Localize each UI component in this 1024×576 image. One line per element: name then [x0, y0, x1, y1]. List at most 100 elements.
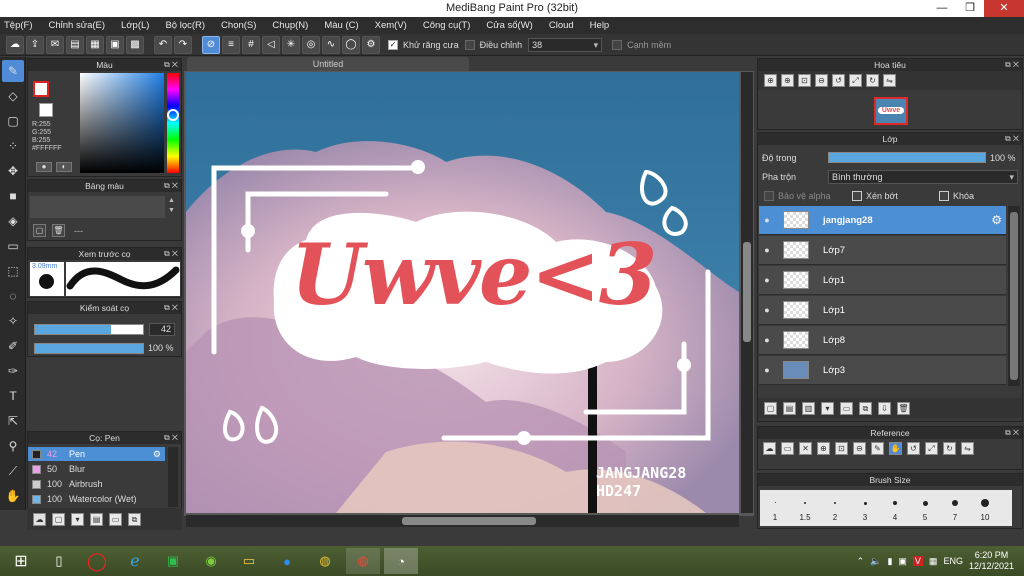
- visibility-icon[interactable]: ●: [759, 305, 775, 315]
- bucket-tool-icon[interactable]: ◈: [2, 210, 24, 232]
- close-button[interactable]: ✕: [984, 0, 1024, 17]
- lock-checkbox[interactable]: [939, 191, 949, 201]
- lasso-tool-icon[interactable]: ◌: [2, 285, 24, 307]
- zoom-full-icon[interactable]: ⊡: [798, 74, 811, 87]
- brush-opacity-slider[interactable]: [34, 343, 144, 354]
- new-halftone-layer-icon[interactable]: ▤: [783, 401, 796, 415]
- navigator-thumbnail[interactable]: Uwve: [874, 97, 908, 125]
- document-icon[interactable]: ▤: [66, 35, 84, 54]
- tiles-icon[interactable]: ▩: [126, 35, 144, 54]
- start-icon[interactable]: ⊞: [4, 548, 38, 574]
- brush-size-value[interactable]: 42: [149, 323, 175, 336]
- pen-tool-icon[interactable]: ✎: [2, 60, 24, 82]
- edge-icon[interactable]: ℯ: [118, 548, 152, 574]
- menu-edit[interactable]: Chỉnh sửa(E): [49, 20, 106, 31]
- layer-row[interactable]: ● Lớp1: [759, 266, 1006, 295]
- snap-curve-icon[interactable]: ∿: [322, 35, 340, 54]
- brush-size-option[interactable]: 7: [940, 494, 970, 522]
- background-color-swatch[interactable]: [39, 103, 53, 117]
- panel-controls-icon[interactable]: ⧉ ✕: [164, 180, 178, 192]
- eraser-tool-icon[interactable]: ◇: [2, 85, 24, 107]
- canvas-vscroll-thumb[interactable]: [743, 242, 751, 342]
- operation-tool-icon[interactable]: ⇱: [2, 410, 24, 432]
- antialias-checkbox[interactable]: ✓: [388, 39, 398, 50]
- reference-flip-icon[interactable]: ⇋: [961, 442, 974, 455]
- merge-layer-icon[interactable]: ⇩: [878, 401, 891, 415]
- reference-fit-window-icon[interactable]: ⤢: [925, 442, 938, 455]
- brush-size-option[interactable]: 5: [910, 494, 940, 522]
- select-eraser-tool-icon[interactable]: ✑: [2, 360, 24, 382]
- foreground-color-swatch[interactable]: [33, 81, 49, 97]
- redo-icon[interactable]: ↷: [174, 35, 192, 54]
- brush-cloud-icon[interactable]: ☁: [33, 512, 46, 526]
- layer-folder-icon[interactable]: ▭: [840, 401, 853, 415]
- layer-scroll-thumb[interactable]: [1010, 212, 1018, 380]
- new-layer-icon[interactable]: ▢: [764, 401, 777, 415]
- palette-scroll[interactable]: ▲ ▼: [168, 196, 178, 218]
- panel-controls-icon[interactable]: ⧉ ✕: [164, 248, 178, 260]
- hue-slider[interactable]: [167, 73, 179, 173]
- canvas-hscroll-thumb[interactable]: [402, 517, 536, 525]
- brush-size-slider[interactable]: [34, 324, 144, 335]
- menu-file[interactable]: Tệp(F): [4, 20, 33, 31]
- text-tool-icon[interactable]: T: [2, 385, 24, 407]
- layer-row[interactable]: ● jangjang28 ⚙: [759, 206, 1006, 235]
- panel-controls-icon[interactable]: ⧉ ✕: [1005, 59, 1019, 71]
- select-pen-tool-icon[interactable]: ✐: [2, 335, 24, 357]
- reference-fit-icon[interactable]: ⊡: [835, 442, 848, 455]
- zoom-out-icon[interactable]: ⊖: [815, 74, 828, 87]
- chrome-profile-icon[interactable]: ◍: [346, 548, 380, 574]
- visibility-icon[interactable]: ●: [759, 275, 775, 285]
- layer-settings-icon[interactable]: ⚙: [991, 213, 1002, 227]
- divide-tool-icon[interactable]: ⟋: [2, 460, 24, 482]
- duplicate-layer-icon[interactable]: ⧉: [859, 401, 872, 415]
- menu-snap[interactable]: Chụp(N): [272, 20, 308, 31]
- menu-color[interactable]: Màu (C): [324, 20, 358, 31]
- tray-misc-icon[interactable]: ▦: [929, 556, 938, 567]
- brush-size-option[interactable]: 3: [850, 494, 880, 522]
- comment-icon[interactable]: ✉: [46, 35, 64, 54]
- page-icon[interactable]: ▦: [86, 35, 104, 54]
- brush-item[interactable]: 100 Airbrush: [28, 477, 165, 491]
- flip-icon[interactable]: ⇋: [883, 74, 896, 87]
- brush-folder-icon[interactable]: ▭: [109, 512, 122, 526]
- brush-size-option[interactable]: 10: [970, 494, 1000, 522]
- tray-up-icon[interactable]: ⌃: [857, 556, 865, 567]
- reference-rotate-right-icon[interactable]: ↻: [943, 442, 956, 455]
- snap-circle-icon[interactable]: ◎: [302, 35, 320, 54]
- menu-cloud[interactable]: Cloud: [549, 20, 574, 31]
- protect-alpha-checkbox[interactable]: [764, 191, 774, 201]
- add-layer-menu-icon[interactable]: ▾: [821, 401, 834, 415]
- layer-row[interactable]: ● Lớp3: [759, 356, 1006, 385]
- rotate-right-icon[interactable]: ↻: [866, 74, 879, 87]
- palette-new-icon[interactable]: ▢: [33, 224, 46, 237]
- layer-row[interactable]: ● Lớp7: [759, 236, 1006, 265]
- blend-mode-select[interactable]: Bình thường: [828, 170, 1018, 184]
- snap-settings-icon[interactable]: ⚙: [362, 35, 380, 54]
- correction-select[interactable]: 38: [528, 37, 603, 52]
- medibang-icon[interactable]: ◔: [384, 548, 418, 574]
- menu-layer[interactable]: Lớp(L): [121, 20, 149, 31]
- fit-window-icon[interactable]: ⤢: [849, 74, 862, 87]
- network-icon[interactable]: ▮: [887, 556, 892, 567]
- menu-tools[interactable]: Công cụ(T): [423, 20, 471, 31]
- undo-icon[interactable]: ↶: [154, 35, 172, 54]
- brush-size-option[interactable]: 1: [760, 494, 790, 522]
- brush-new-icon[interactable]: ▢: [52, 512, 65, 526]
- zoom-in-icon[interactable]: ⊕: [781, 74, 794, 87]
- menu-select[interactable]: Chọn(S): [221, 20, 256, 31]
- clock[interactable]: 6:20 PM 12/12/2021: [969, 550, 1014, 572]
- palette-delete-icon[interactable]: 🗑: [52, 224, 65, 237]
- menu-view[interactable]: Xem(V): [375, 20, 407, 31]
- panel-controls-icon[interactable]: ⧉ ✕: [164, 302, 178, 314]
- panel-controls-icon[interactable]: ⧉ ✕: [1005, 427, 1019, 439]
- artwork-canvas[interactable]: Uwve<3 JANGJANG28 HD247: [186, 72, 739, 513]
- brush-item[interactable]: 42 Pen ⚙: [28, 447, 165, 461]
- color-mode-button[interactable]: ●: [36, 162, 52, 172]
- zalo-icon[interactable]: ●: [270, 548, 304, 574]
- zoom-fit-icon[interactable]: ⊕: [764, 74, 777, 87]
- magic-wand-tool-icon[interactable]: ✧: [2, 310, 24, 332]
- brush-settings-icon[interactable]: ⚙: [153, 449, 161, 460]
- snap-radial-icon[interactable]: ✳: [282, 35, 300, 54]
- visibility-icon[interactable]: ●: [759, 215, 775, 225]
